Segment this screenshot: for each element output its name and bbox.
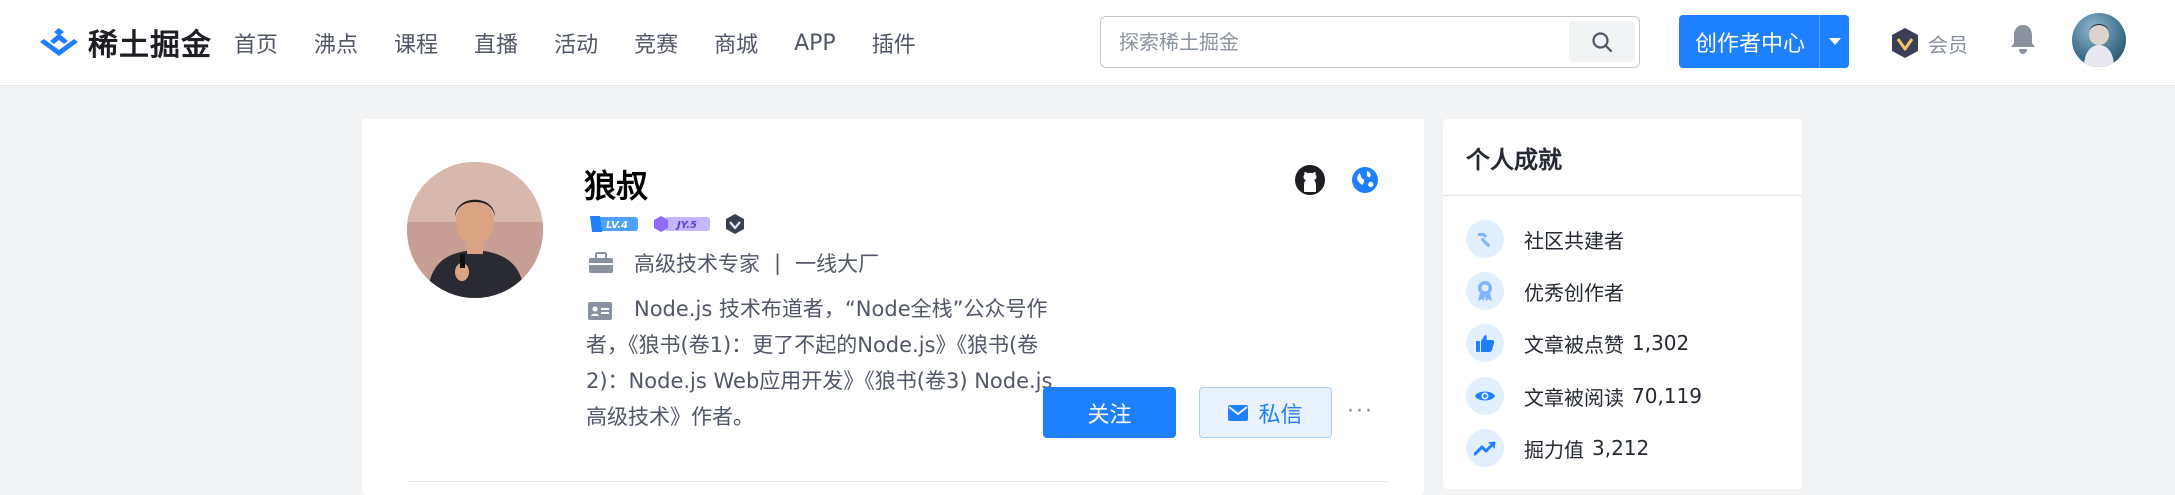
nav-item-app[interactable]: APP bbox=[794, 31, 836, 56]
jy-badge-icon[interactable]: JY.5 bbox=[654, 214, 710, 234]
thumbs-up-icon bbox=[1466, 324, 1504, 362]
award-icon bbox=[1466, 272, 1504, 310]
achievement-label: 文章被阅读 bbox=[1524, 385, 1624, 410]
site-logo[interactable]: 稀土掘金 bbox=[38, 22, 212, 63]
achievement-value: 70,119 bbox=[1632, 384, 1702, 408]
achievement-label: 文章被点赞 bbox=[1524, 332, 1624, 357]
profile-photo-icon bbox=[407, 162, 543, 298]
caret-down-icon bbox=[1828, 37, 1841, 45]
logo-text: 稀土掘金 bbox=[88, 28, 212, 63]
main-nav: 首页 沸点 课程 直播 活动 竞赛 商城 APP 插件 bbox=[234, 0, 952, 86]
follow-label: 关注 bbox=[1087, 402, 1132, 428]
website-globe-icon[interactable] bbox=[1350, 165, 1380, 195]
achievement-item: 社区共建者 bbox=[1466, 219, 1624, 259]
job-line: 高级技术专家 | 一线大厂 bbox=[588, 248, 879, 278]
avatar-portrait-icon bbox=[2084, 24, 2114, 67]
message-label: 私信 bbox=[1258, 402, 1303, 428]
achievements-title: 个人成就 bbox=[1466, 146, 1562, 174]
vip-label: 会员 bbox=[1928, 32, 1968, 57]
achievement-value: 1,302 bbox=[1632, 331, 1690, 355]
achievement-item: 掘力值 3,212 bbox=[1466, 428, 1649, 468]
job-title: 高级技术专家 bbox=[634, 252, 760, 276]
nav-item-home[interactable]: 首页 bbox=[234, 27, 278, 59]
vip-small-badge-icon[interactable] bbox=[724, 213, 746, 235]
creator-center-label: 创作者中心 bbox=[1695, 31, 1806, 57]
search-input[interactable] bbox=[1119, 17, 1519, 66]
nav-item-plugins[interactable]: 插件 bbox=[872, 27, 916, 59]
achievement-label: 社区共建者 bbox=[1524, 228, 1624, 253]
nav-item-contests[interactable]: 竞赛 bbox=[634, 27, 678, 59]
eye-icon bbox=[1466, 377, 1504, 415]
vip-badge-icon bbox=[1892, 28, 1918, 58]
profile-avatar bbox=[407, 162, 543, 298]
level-badge-icon[interactable]: LV.4 bbox=[590, 214, 638, 234]
achievements-divider bbox=[1443, 195, 1802, 196]
profile-badges: LV.4 JY.5 bbox=[590, 213, 746, 235]
envelope-icon bbox=[1228, 404, 1249, 421]
achievement-item: 优秀创作者 bbox=[1466, 271, 1624, 311]
github-icon[interactable] bbox=[1295, 165, 1325, 195]
nav-item-mall[interactable]: 商城 bbox=[714, 27, 758, 59]
search-box bbox=[1100, 16, 1640, 68]
follow-button[interactable]: 关注 bbox=[1043, 387, 1176, 438]
nav-item-pins[interactable]: 沸点 bbox=[314, 27, 358, 59]
juejin-logo-icon bbox=[40, 28, 78, 56]
nav-item-courses[interactable]: 课程 bbox=[394, 27, 438, 59]
top-header: 稀土掘金 首页 沸点 课程 直播 活动 竞赛 商城 APP 插件 创作者中心 bbox=[0, 0, 2175, 86]
profile-divider bbox=[407, 481, 1387, 482]
profile-bio: Node.js 技术布道者，“Node全栈”公众号作者，《狼书(卷1)：更了不起… bbox=[586, 297, 1053, 429]
creator-center: 创作者中心 bbox=[1679, 15, 1849, 68]
user-avatar[interactable] bbox=[2072, 13, 2126, 67]
level-badge-text: LV.4 bbox=[606, 220, 628, 231]
nav-item-events[interactable]: 活动 bbox=[554, 27, 598, 59]
more-options-button[interactable]: ··· bbox=[1347, 399, 1374, 424]
message-button[interactable]: 私信 bbox=[1199, 387, 1332, 438]
notification-bell-icon[interactable] bbox=[2008, 22, 2038, 56]
achievements-panel: 个人成就 社区共建者 优秀创作者 文章被点赞 1,302 文章被阅读 70,11… bbox=[1443, 119, 1802, 489]
achievement-value: 3,212 bbox=[1592, 436, 1650, 460]
creator-dropdown-button[interactable] bbox=[1819, 15, 1849, 68]
hammer-icon bbox=[1466, 220, 1504, 258]
trend-icon bbox=[1466, 429, 1504, 467]
achievement-label: 掘力值 bbox=[1524, 437, 1584, 462]
company-name: 一线大厂 bbox=[795, 252, 880, 276]
briefcase-icon bbox=[589, 252, 613, 273]
search-button[interactable] bbox=[1569, 21, 1635, 62]
search-icon bbox=[1592, 31, 1613, 52]
achievement-item: 文章被阅读 70,119 bbox=[1466, 376, 1702, 416]
profile-name: 狼叔 bbox=[584, 167, 649, 205]
job-separator: | bbox=[774, 251, 782, 275]
jy-badge-text: JY.5 bbox=[675, 220, 697, 231]
profile-card: 狼叔 LV.4 JY.5 高级技术专家 | 一线大厂 Node.js 技术布道者… bbox=[362, 119, 1424, 495]
nav-item-live[interactable]: 直播 bbox=[474, 27, 518, 59]
achievement-label: 优秀创作者 bbox=[1524, 280, 1624, 305]
achievement-item: 文章被点赞 1,302 bbox=[1466, 323, 1689, 363]
vip-entry[interactable]: 会员 bbox=[1890, 24, 1968, 62]
